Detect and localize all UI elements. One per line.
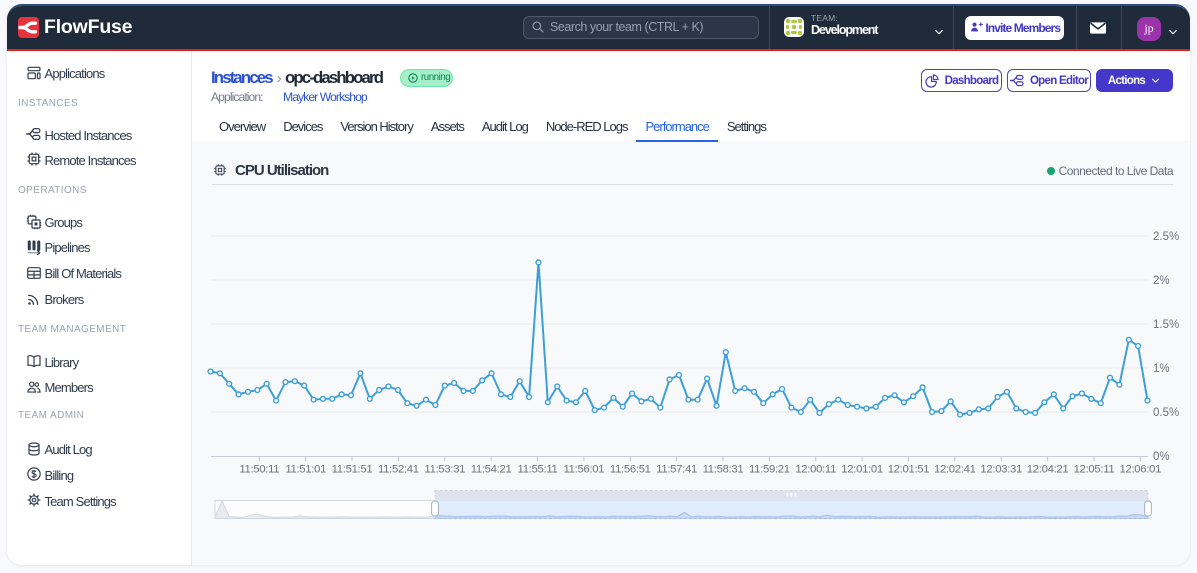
svg-text:2%: 2% [1153, 275, 1170, 287]
svg-text:1%: 1% [1153, 363, 1170, 375]
svg-text:11:59:21: 11:59:21 [749, 464, 790, 476]
svg-text:11:55:11: 11:55:11 [518, 464, 558, 476]
svg-text:11:56:01: 11:56:01 [564, 464, 605, 476]
svg-text:11:57:41: 11:57:41 [656, 464, 697, 476]
svg-text:11:56:51: 11:56:51 [610, 464, 651, 476]
svg-text:11:51:01: 11:51:01 [285, 464, 326, 476]
svg-text:12:01:01: 12:01:01 [841, 464, 883, 476]
svg-text:11:52:41: 11:52:41 [378, 464, 419, 476]
svg-text:11:58:31: 11:58:31 [703, 464, 744, 476]
svg-text:2.5%: 2.5% [1153, 231, 1179, 243]
svg-text:12:04:21: 12:04:21 [1027, 464, 1069, 476]
svg-text:12:06:01: 12:06:01 [1120, 464, 1162, 476]
svg-text:12:01:51: 12:01:51 [888, 464, 930, 476]
svg-text:12:02:41: 12:02:41 [934, 464, 976, 476]
svg-text:11:50:11: 11:50:11 [239, 464, 279, 476]
svg-text:11:54:21: 11:54:21 [471, 464, 512, 476]
svg-text:12:00:11: 12:00:11 [795, 464, 836, 476]
svg-text:1.5%: 1.5% [1153, 319, 1179, 331]
svg-text:11:51:51: 11:51:51 [332, 464, 373, 476]
svg-text:0%: 0% [1153, 451, 1170, 463]
svg-text:12:03:31: 12:03:31 [980, 464, 1022, 476]
svg-text:12:05:11: 12:05:11 [1074, 464, 1115, 476]
svg-text:0.5%: 0.5% [1153, 407, 1179, 419]
svg-text:11:53:31: 11:53:31 [424, 464, 465, 476]
